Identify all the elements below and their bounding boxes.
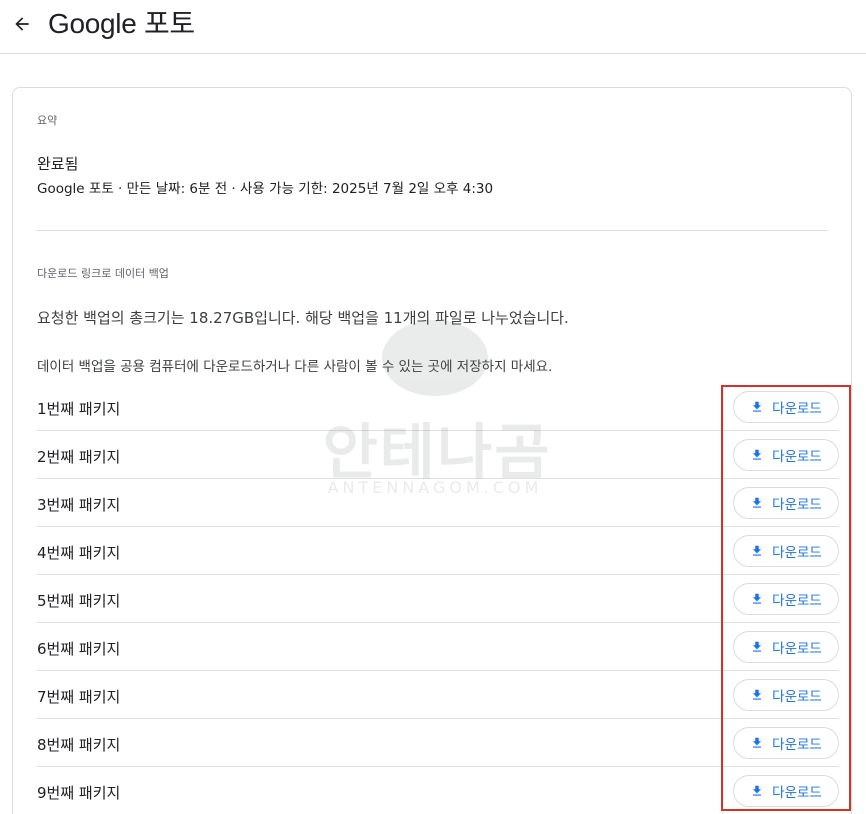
download-icon [753, 641, 762, 652]
package-name: 6번째 패키지 [37, 640, 121, 658]
status-meta: Google 포토 · 만든 날짜: 6분 전 · 사용 가능 기한: 2025… [37, 181, 494, 197]
page-title: Google 포토 [48, 8, 195, 39]
download-icon [753, 737, 762, 748]
divider [37, 230, 827, 231]
download-icon [753, 401, 762, 412]
download-button-label: 다운로드 [772, 449, 822, 465]
download-button[interactable]: 다운로드 [733, 583, 839, 615]
package-row: 2번째 패키지 다운로드 [37, 431, 839, 479]
package-row: 6번째 패키지 다운로드 [37, 623, 839, 671]
download-button-label: 다운로드 [772, 737, 822, 753]
package-name: 1번째 패키지 [37, 400, 121, 418]
download-button-label: 다운로드 [772, 497, 822, 513]
download-icon [753, 785, 762, 796]
download-icon [753, 593, 762, 604]
package-row: 1번째 패키지 다운로드 [37, 383, 839, 431]
download-button-label: 다운로드 [772, 785, 822, 801]
download-button-label: 다운로드 [772, 689, 822, 705]
security-warning: 데이터 백업을 공용 컴퓨터에 다운로드하거나 다른 사람이 볼 수 있는 곳에… [37, 359, 553, 375]
download-button-label: 다운로드 [772, 545, 822, 561]
backup-size-info: 요청한 백업의 총크기는 18.27GB입니다. 해당 백업을 11개의 파일로… [37, 309, 569, 327]
package-name: 3번째 패키지 [37, 496, 121, 514]
arrow-back-icon [15, 17, 29, 31]
back-button[interactable] [8, 10, 36, 38]
download-icon [753, 545, 762, 556]
top-app-bar: Google 포토 [0, 0, 866, 54]
package-name: 2번째 패키지 [37, 448, 121, 466]
summary-label: 요약 [37, 114, 58, 127]
export-card: 요약 완료됨 Google 포토 · 만든 날짜: 6분 전 · 사용 가능 기… [12, 87, 852, 814]
download-icon [753, 689, 762, 700]
download-button-label: 다운로드 [772, 641, 822, 657]
download-button[interactable]: 다운로드 [733, 535, 839, 567]
download-button[interactable]: 다운로드 [733, 775, 839, 807]
download-button-label: 다운로드 [772, 401, 822, 417]
download-button[interactable]: 다운로드 [733, 727, 839, 759]
status-title: 완료됨 [37, 155, 79, 173]
package-row: 5번째 패키지 다운로드 [37, 575, 839, 623]
package-row: 9번째 패키지 다운로드 [37, 767, 839, 814]
download-button[interactable]: 다운로드 [733, 391, 839, 423]
package-name: 5번째 패키지 [37, 592, 121, 610]
package-name: 8번째 패키지 [37, 736, 121, 754]
package-name: 9번째 패키지 [37, 784, 121, 802]
package-name: 7번째 패키지 [37, 688, 121, 706]
download-button[interactable]: 다운로드 [733, 631, 839, 663]
package-list: 1번째 패키지 다운로드 2번째 패키지 다운로드 3번째 패키지 다운로드 4번째 패키지… [37, 383, 839, 814]
download-section-label: 다운로드 링크로 데이터 백업 [37, 267, 169, 280]
package-row: 7번째 패키지 다운로드 [37, 671, 839, 719]
download-icon [753, 449, 762, 460]
package-row: 8번째 패키지 다운로드 [37, 719, 839, 767]
package-row: 3번째 패키지 다운로드 [37, 479, 839, 527]
package-name: 4번째 패키지 [37, 544, 121, 562]
download-button[interactable]: 다운로드 [733, 679, 839, 711]
download-button[interactable]: 다운로드 [733, 487, 839, 519]
download-button[interactable]: 다운로드 [733, 439, 839, 471]
package-row: 4번째 패키지 다운로드 [37, 527, 839, 575]
download-button-label: 다운로드 [772, 593, 822, 609]
download-icon [753, 497, 762, 508]
